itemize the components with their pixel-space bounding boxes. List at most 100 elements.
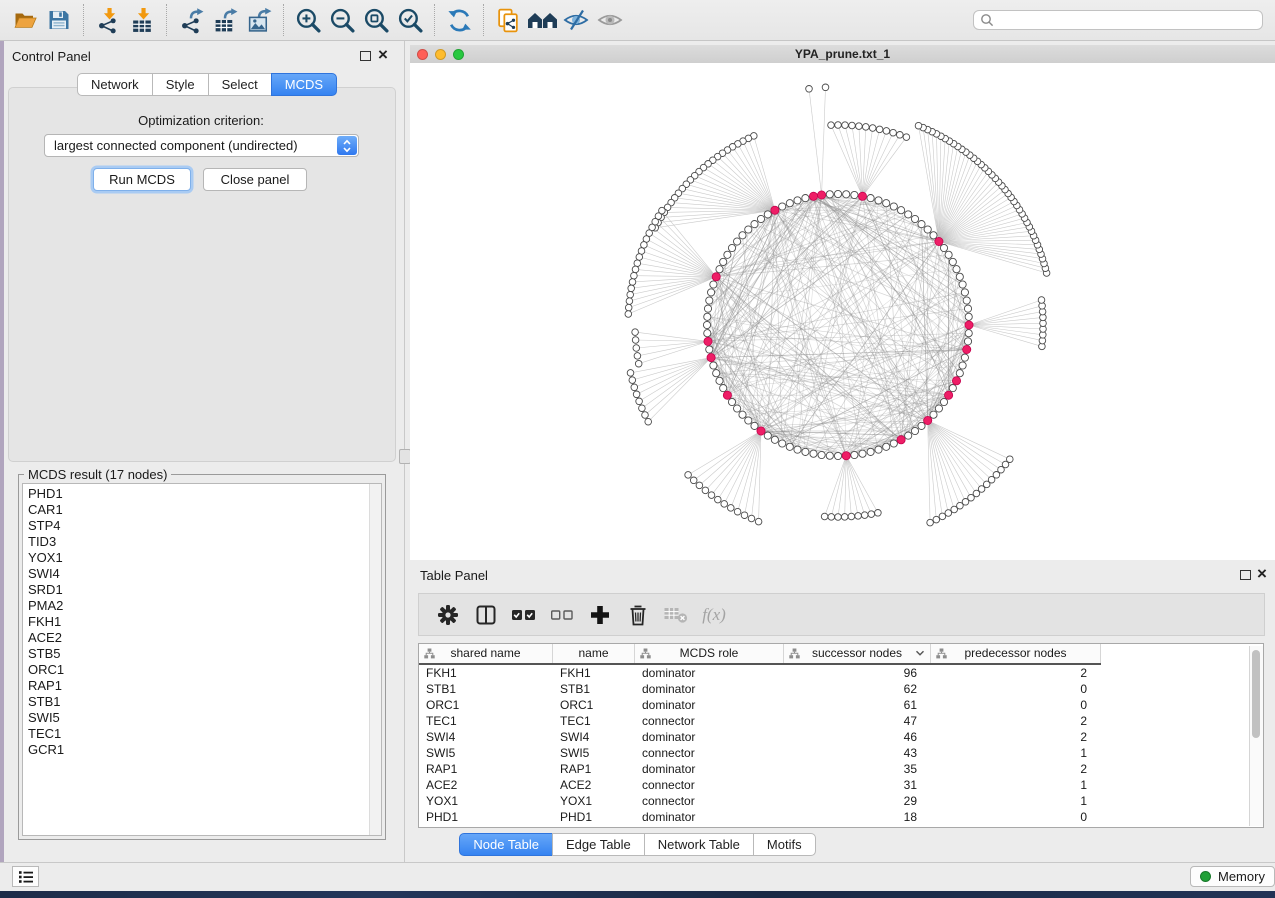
toolbar-separator [283,4,284,36]
mcds-result-item[interactable]: ACE2 [23,630,381,646]
mcds-result-item[interactable]: SRD1 [23,582,381,598]
zoom-selected-icon[interactable] [393,4,427,36]
tab-mcds[interactable]: MCDS [271,73,337,96]
node-table[interactable]: shared namenameMCDS rolesuccessor nodesp… [418,643,1264,828]
table-row[interactable]: SWI5SWI5connector431 [419,745,1249,761]
node-table-header: shared namenameMCDS rolesuccessor nodesp… [419,644,1101,665]
export-image-icon[interactable] [242,4,276,36]
mcds-result-item[interactable]: YOX1 [23,550,381,566]
table-row[interactable]: FKH1FKH1dominator962 [419,665,1249,681]
close-panel-button[interactable]: Close panel [203,168,307,191]
table-tab-network-table[interactable]: Network Table [644,833,754,856]
zoom-in-icon[interactable] [291,4,325,36]
table-row[interactable]: RAP1RAP1dominator352 [419,761,1249,777]
mcds-list-scrollbar[interactable] [369,484,381,835]
column-type-icon [936,648,947,659]
show-all-networks-icon[interactable] [525,4,559,36]
add-column-icon[interactable] [581,600,619,630]
import-network-icon[interactable] [91,4,125,36]
table-row[interactable]: SWI4SWI4dominator462 [419,729,1249,745]
table-row[interactable]: STB1STB1dominator620 [419,681,1249,697]
mcds-result-item[interactable]: CAR1 [23,502,381,518]
table-row[interactable]: YOX1YOX1connector291 [419,793,1249,809]
column-header-successor-nodes[interactable]: successor nodes [784,644,931,663]
table-row[interactable]: ORC1ORC1dominator610 [419,697,1249,713]
share-network-icon[interactable] [491,4,525,36]
task-history-button[interactable] [12,866,39,887]
table-cell: 0 [931,681,1101,697]
network-window-titlebar[interactable]: YPA_prune.txt_1 [410,45,1275,64]
table-cell: PHD1 [419,809,553,825]
table-cell: 61 [784,697,931,713]
hide-graphics-details-icon[interactable] [559,4,593,36]
refresh-view-icon[interactable] [442,4,476,36]
zoom-out-icon[interactable] [325,4,359,36]
mcds-result-item[interactable]: TID3 [23,534,381,550]
mcds-result-item[interactable]: SWI4 [23,566,381,582]
tab-style[interactable]: Style [152,73,209,96]
table-scrollbar-thumb[interactable] [1252,650,1260,738]
open-session-icon[interactable] [8,4,42,36]
save-session-icon[interactable] [42,4,76,36]
export-network-icon[interactable] [174,4,208,36]
mcds-result-item[interactable]: TEC1 [23,726,381,742]
float-table-panel-icon[interactable] [1240,570,1251,580]
mcds-result-item[interactable]: ORC1 [23,662,381,678]
zoom-fit-icon[interactable] [359,4,393,36]
table-cell: STB1 [419,681,553,697]
column-header-name[interactable]: name [553,644,635,663]
mcds-result-item[interactable]: RAP1 [23,678,381,694]
float-panel-icon[interactable] [360,51,371,61]
table-cell: 35 [784,761,931,777]
function-builder-icon[interactable]: f(x) [695,600,733,630]
close-table-panel-icon[interactable]: × [1257,568,1267,580]
mcds-result-item[interactable]: PHD1 [23,486,381,502]
table-row[interactable]: PHD1PHD1dominator180 [419,809,1249,825]
mcds-result-item[interactable]: FKH1 [23,614,381,630]
close-panel-icon[interactable]: × [378,49,388,61]
toolbar-separator [83,4,84,36]
mcds-result-item[interactable]: STP4 [23,518,381,534]
node-table-body: FKH1FKH1dominator962STB1STB1dominator620… [419,665,1249,827]
table-cell: TEC1 [553,713,635,729]
select-all-icon[interactable] [505,600,543,630]
mcds-result-item[interactable]: STB5 [23,646,381,662]
delete-column-icon[interactable] [619,600,657,630]
import-table-icon[interactable] [125,4,159,36]
column-header-MCDS-role[interactable]: MCDS role [635,644,784,663]
table-tab-edge-table[interactable]: Edge Table [552,833,645,856]
mcds-result-item[interactable]: PMA2 [23,598,381,614]
criterion-dropdown[interactable]: largest connected component (undirected) [44,134,359,157]
memory-button[interactable]: Memory [1190,866,1275,887]
column-header-predecessor-nodes[interactable]: predecessor nodes [931,644,1101,663]
table-row[interactable]: ACE2ACE2connector311 [419,777,1249,793]
search-input[interactable] [973,10,1263,30]
network-canvas[interactable] [410,63,1275,560]
table-cell: 2 [931,729,1101,745]
mcds-result-item[interactable]: GCR1 [23,742,381,758]
table-cell: 0 [931,809,1101,825]
tab-network[interactable]: Network [77,73,153,96]
mcds-result-item[interactable]: SWI5 [23,710,381,726]
toolbar-separator [166,4,167,36]
table-cell: FKH1 [553,665,635,681]
delete-table-icon[interactable] [657,600,695,630]
table-cell: RAP1 [553,761,635,777]
table-tab-node-table[interactable]: Node Table [459,833,553,856]
show-graphics-details-icon[interactable] [593,4,627,36]
tab-select[interactable]: Select [208,73,272,96]
table-settings-icon[interactable] [429,600,467,630]
export-table-icon[interactable] [208,4,242,36]
table-row[interactable]: TEC1TEC1connector472 [419,713,1249,729]
table-tab-motifs[interactable]: Motifs [753,833,816,856]
network-graph[interactable] [410,63,1275,560]
desktop-background-bottom [0,891,1275,898]
table-scrollbar[interactable] [1249,646,1263,826]
table-cell: dominator [635,761,784,777]
deselect-all-icon[interactable] [543,600,581,630]
mcds-result-item[interactable]: STB1 [23,694,381,710]
column-header-shared-name[interactable]: shared name [419,644,553,663]
show-columns-icon[interactable] [467,600,505,630]
toolbar-separator [434,4,435,36]
run-mcds-button[interactable]: Run MCDS [93,168,191,191]
